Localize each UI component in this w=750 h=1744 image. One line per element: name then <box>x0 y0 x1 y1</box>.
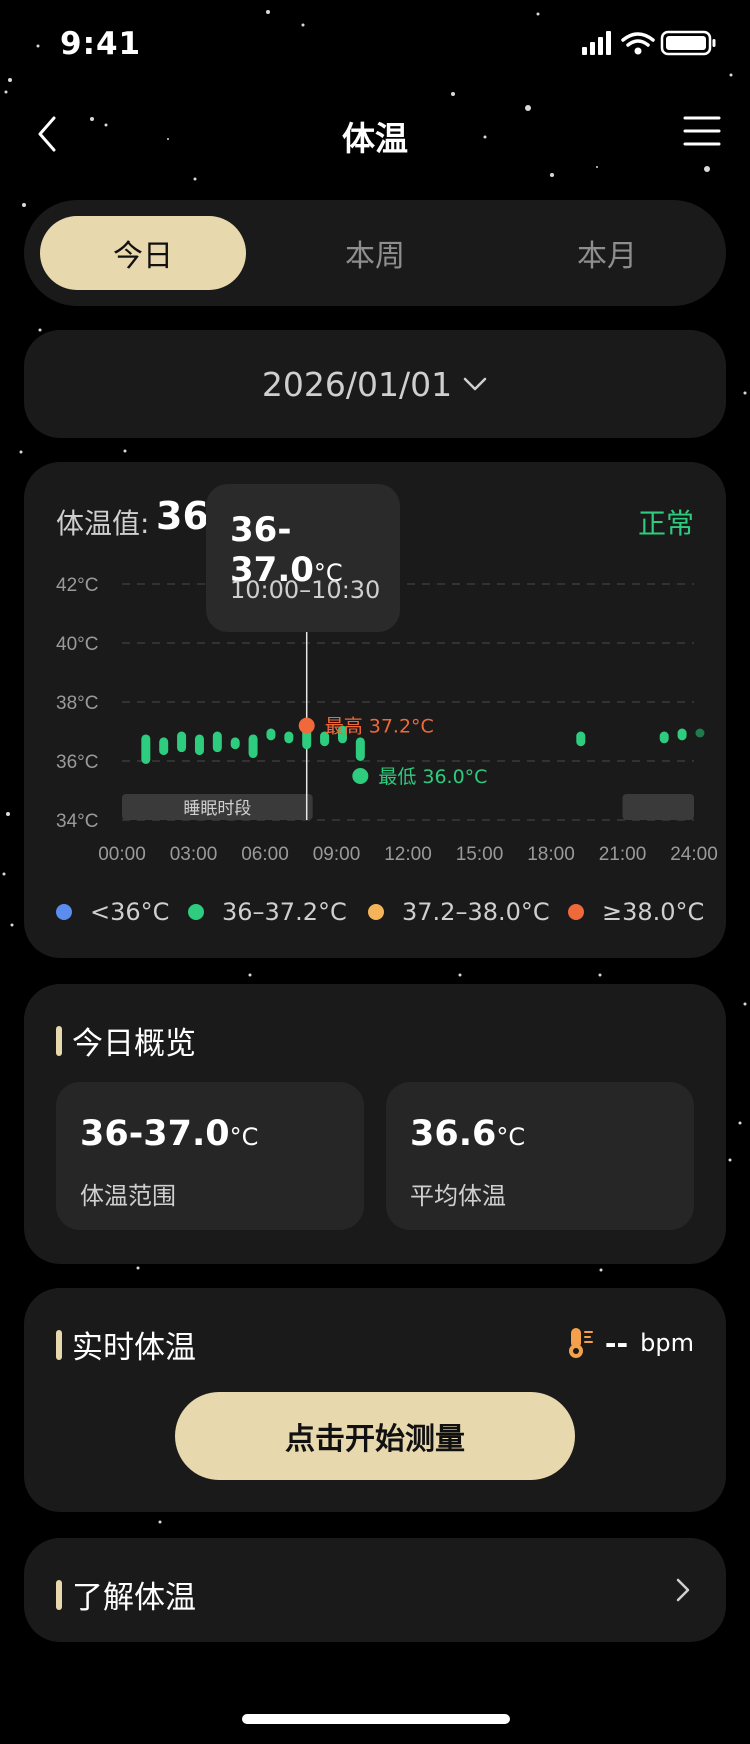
sleep-period <box>622 794 694 820</box>
x-tick-label: 24:00 <box>670 844 718 865</box>
temperature-range-bar <box>248 734 258 759</box>
y-tick-label: 34°C <box>56 811 98 832</box>
y-tick-label: 40°C <box>56 634 98 655</box>
legend-item: <36°C <box>56 898 169 926</box>
chart-legend: <36°C 36–37.2°C 37.2–38.0°C ≥38.0°C <box>56 898 706 938</box>
start-measure-button[interactable]: 点击开始测量 <box>175 1392 575 1480</box>
realtime-title: 实时体温 <box>56 1322 196 1367</box>
temperature-range-bar <box>659 731 669 744</box>
overview-title: 今日概览 <box>56 1018 196 1063</box>
min-marker <box>352 768 369 784</box>
temperature-range-bar <box>576 731 586 747</box>
chevron-right-icon <box>676 1578 690 1602</box>
temperature-range-bar <box>355 737 365 761</box>
accent-bar <box>56 1329 62 1360</box>
period-tabs: 今日 本周 本月 <box>24 200 726 306</box>
legend-dot-blue <box>56 904 72 920</box>
legend-dot-red <box>568 904 584 920</box>
nav-bar: 体温 <box>0 100 750 170</box>
legend-item: 36–37.2°C <box>188 898 347 926</box>
temperature-range-bar <box>284 731 294 744</box>
learn-title: 了解体温 <box>56 1572 196 1617</box>
x-tick-label: 18:00 <box>527 844 575 865</box>
temperature-range-bar <box>677 728 687 741</box>
temperature-range-bar <box>695 728 705 738</box>
stat-range: 36-37.0°C 体温范围 <box>56 1082 364 1230</box>
x-tick-label: 15:00 <box>456 844 504 865</box>
home-indicator <box>242 1714 510 1724</box>
stat-value: 36-37.0°C <box>80 1114 259 1154</box>
status-icons <box>582 30 716 56</box>
temperature-range-bar <box>266 728 276 741</box>
page-title: 体温 <box>342 119 408 158</box>
stat-value: 36.6°C <box>410 1114 526 1154</box>
realtime-value: -- <box>604 1326 629 1360</box>
legend-item: ≥38.0°C <box>568 898 704 926</box>
realtime-unit: bpm <box>640 1329 694 1357</box>
status-badge: 正常 <box>637 507 694 540</box>
y-tick-label: 42°C <box>56 575 98 596</box>
x-tick-label: 12:00 <box>384 844 432 865</box>
tab-today[interactable]: 今日 <box>40 216 246 290</box>
status-bar: 9:41 <box>0 0 750 90</box>
date-value: 2026/01/01 <box>261 364 453 404</box>
date-selector[interactable]: 2026/01/01 <box>24 330 726 438</box>
max-marker <box>298 717 315 734</box>
x-tick-label: 09:00 <box>313 844 361 865</box>
menu-button[interactable] <box>682 114 722 148</box>
chevron-down-icon <box>463 377 487 391</box>
battery-icon <box>660 30 716 56</box>
tab-week[interactable]: 本周 <box>272 216 478 290</box>
legend-dot-green <box>188 904 204 920</box>
temperature-range-bar <box>212 731 222 753</box>
accent-bar <box>56 1025 62 1056</box>
x-tick-label: 03:00 <box>170 844 218 865</box>
temperature-value-label: 体温值: <box>56 507 150 540</box>
thermometer-icon <box>568 1328 593 1358</box>
learn-temperature-row[interactable]: 了解体温 <box>24 1538 726 1642</box>
realtime-reading: -- bpm <box>567 1326 694 1360</box>
status-time: 9:41 <box>60 26 142 62</box>
x-tick-label: 00:00 <box>98 844 146 865</box>
sleep-period-label: 睡眠时段 <box>183 799 251 819</box>
legend-dot-yellow <box>368 904 384 920</box>
today-overview-card: 今日概览 36-37.0°C 体温范围 36.6°C 平均体温 <box>24 984 726 1264</box>
legend-item: 37.2–38.0°C <box>368 898 550 926</box>
tooltip-time: 10:00–10:30 <box>230 576 381 604</box>
min-label: 最低 36.0°C <box>378 766 487 788</box>
menu-icon <box>683 116 721 146</box>
stat-average: 36.6°C 平均体温 <box>386 1082 694 1230</box>
x-tick-label: 06:00 <box>241 844 289 865</box>
tab-month[interactable]: 本月 <box>504 216 710 290</box>
x-tick-label: 21:00 <box>599 844 647 865</box>
temperature-range-bar <box>230 737 240 750</box>
temperature-range-bar <box>194 734 204 756</box>
stat-label: 体温范围 <box>80 1182 176 1210</box>
temperature-chart-card: 42°C 40°C 38°C 36°C 34°C 睡眠时段 00:00 03:00 06:00 0… <box>24 462 726 958</box>
stat-label: 平均体温 <box>410 1182 506 1210</box>
temperature-range-bar <box>159 737 169 756</box>
max-label: 最高 37.2°C <box>325 716 434 738</box>
wifi-icon <box>621 32 655 47</box>
realtime-temperature-card: 实时体温 -- bpm 点击开始测量 <box>24 1288 726 1512</box>
accent-bar <box>56 1579 62 1610</box>
chart-tooltip: 36-37.0°C 10:00–10:30 <box>206 484 400 632</box>
signal-icon <box>582 31 611 55</box>
temperature-range-bar <box>141 734 151 764</box>
y-tick-label: 38°C <box>56 693 98 714</box>
y-tick-label: 36°C <box>56 752 98 773</box>
temperature-range-bar <box>177 731 187 753</box>
